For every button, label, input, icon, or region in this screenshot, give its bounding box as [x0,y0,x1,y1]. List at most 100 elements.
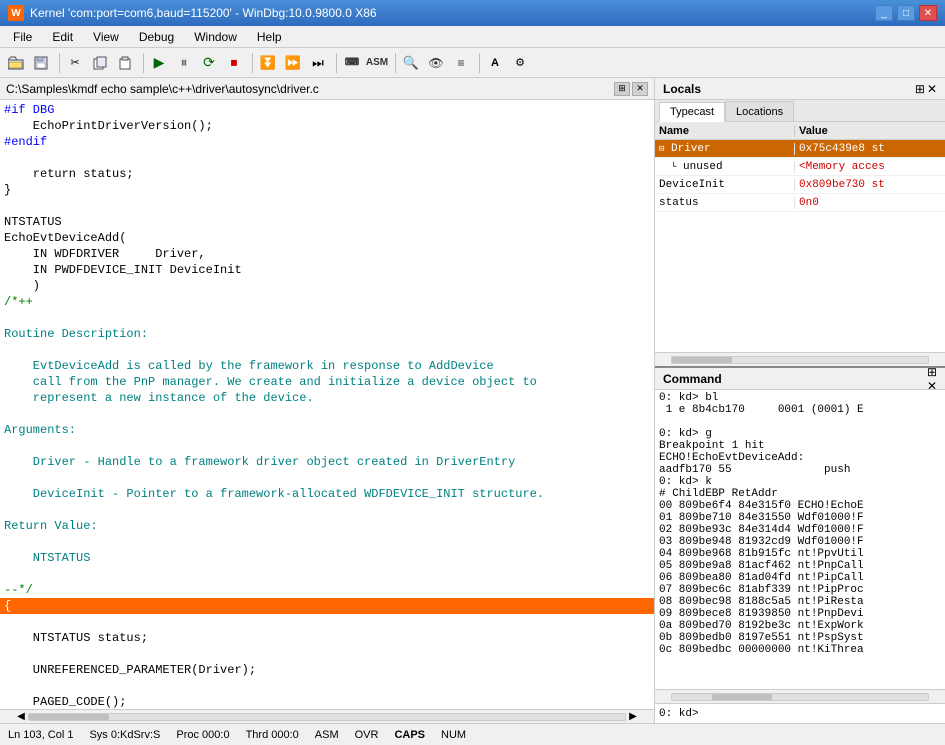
command-output: 0: kd> bl 1 e 8b4cb170 0001 (0001) E 0: … [655,390,945,689]
scroll-track[interactable] [28,713,626,721]
code-line: call from the PnP manager. We create and… [0,374,654,390]
menu-view[interactable]: View [84,27,128,47]
tb-source[interactable]: ⌨ [340,52,364,74]
tb-font[interactable]: A [483,52,507,74]
tb-locals[interactable]: ≡ [449,52,473,74]
row-name-text: Driver [671,143,711,155]
tb-separator-3 [249,53,253,73]
row-name-cell: status [655,197,795,209]
locals-scroll-track[interactable] [671,356,929,364]
code-line: --*/ [0,582,654,598]
code-line: ) [0,278,654,294]
tab-typecast[interactable]: Typecast [659,102,725,122]
code-line [0,310,654,326]
code-line [0,534,654,550]
tb-open[interactable] [4,52,28,74]
file-dockable[interactable]: ⊞ [614,82,630,96]
cmd-scroll-track[interactable] [671,693,929,701]
locals-dockable[interactable]: ⊞ [915,82,925,96]
row-value-cell: 0x809be730 st [795,179,945,191]
code-line: PAGED_CODE(); [0,694,654,709]
command-scrollbar[interactable] [655,689,945,703]
tb-stop[interactable]: ⏹ [222,52,246,74]
menu-edit[interactable]: Edit [43,27,82,47]
scroll-left-arrow[interactable]: ◀ [14,711,28,722]
status-line-col: Ln 103, Col 1 [8,729,73,741]
file-close[interactable]: ✕ [632,82,648,96]
tb-step-over[interactable]: ⏩ [281,52,305,74]
code-line [0,678,654,694]
code-line [0,646,654,662]
col-name: Name [655,125,795,137]
command-dockable[interactable]: ⊞ [927,365,937,379]
table-row[interactable]: ⊟Driver0x75c439e8 st [655,140,945,158]
app-icon: W [8,5,24,21]
code-line: IN PWDFDEVICE_INIT DeviceInit [0,262,654,278]
tb-break[interactable]: ⏸ [172,52,196,74]
tb-asm-view[interactable]: ASM [365,52,389,74]
tb-separator-5 [392,53,396,73]
command-title: Command [663,372,722,386]
menu-debug[interactable]: Debug [130,27,183,47]
code-area[interactable]: #if DBG EchoPrintDriverVersion();#endif … [0,100,654,709]
tb-separator-4 [333,53,337,73]
close-button[interactable]: ✕ [919,5,937,21]
tb-save[interactable] [29,52,53,74]
window-controls[interactable]: _ □ ✕ [875,5,937,21]
locals-tabs: Typecast Locations [655,100,945,122]
menu-window[interactable]: Window [185,27,246,47]
menu-help[interactable]: Help [248,27,291,47]
tb-copy[interactable] [88,52,112,74]
code-line: UNREFERENCED_PARAMETER(Driver); [0,662,654,678]
code-line: NTSTATUS [0,214,654,230]
tab-locations[interactable]: Locations [725,101,794,121]
toolbar: ✂ ▶ ⏸ ⟳ ⏹ ⏬ ⏩ ⏭ ⌨ ASM 🔍 👁 ≡ A ⚙ [0,48,945,78]
file-header: C:\Samples\kmdf echo sample\c++\driver\a… [0,78,654,100]
tb-properties[interactable]: ⚙ [508,52,532,74]
code-line: NTSTATUS status; [0,630,654,646]
tb-restart[interactable]: ⟳ [197,52,221,74]
tb-cut[interactable]: ✂ [63,52,87,74]
table-row[interactable]: DeviceInit 0x809be730 st [655,176,945,194]
locals-panel: Locals ⊞ ✕ Typecast Locations Name Value… [655,78,945,368]
tb-find[interactable]: 🔍 [399,52,423,74]
row-name-text: status [659,197,699,209]
tb-watch[interactable]: 👁 [424,52,448,74]
tb-step-into[interactable]: ⏬ [256,52,280,74]
maximize-button[interactable]: □ [897,5,915,21]
scroll-right-arrow[interactable]: ▶ [626,711,640,722]
row-name-cell: └unused [655,161,795,173]
title-left: W Kernel 'com:port=com6,baud=115200' - W… [8,5,377,21]
status-num: NUM [441,729,466,741]
code-horizontal-scrollbar[interactable]: ◀ ▶ [0,709,654,723]
code-line: EvtDeviceAdd is called by the framework … [0,358,654,374]
tb-step-out[interactable]: ⏭ [306,52,330,74]
locals-close[interactable]: ✕ [927,82,937,96]
menu-file[interactable]: File [4,27,41,47]
tb-separator-6 [476,53,480,73]
locals-body: ⊟Driver0x75c439e8 st└unused<Memory acces… [655,140,945,352]
minimize-button[interactable]: _ [875,5,893,21]
menu-bar: File Edit View Debug Window Help [0,26,945,48]
locals-scrollbar[interactable] [655,352,945,366]
window-title: Kernel 'com:port=com6,baud=115200' - Win… [30,6,377,20]
table-row[interactable]: └unused<Memory acces [655,158,945,176]
expand-icon[interactable]: ⊟ [659,144,669,154]
code-line [0,438,654,454]
row-name-text: DeviceInit [659,179,725,191]
right-panel: Locals ⊞ ✕ Typecast Locations Name Value… [655,78,945,723]
command-input-area[interactable]: 0: kd> [655,703,945,723]
code-line: #endif [0,134,654,150]
status-ovr: OVR [355,729,379,741]
row-value-cell: <Memory acces [795,161,945,173]
code-line: Arguments: [0,422,654,438]
code-line: EchoPrintDriverVersion(); [0,118,654,134]
code-line: Driver - Handle to a framework driver ob… [0,454,654,470]
tb-go[interactable]: ▶ [147,52,171,74]
command-input[interactable] [699,708,941,720]
code-line: /*++ [0,294,654,310]
table-row[interactable]: status0n0 [655,194,945,212]
status-sys: Sys 0:KdSrv:S [89,729,160,741]
code-line [0,198,654,214]
tb-paste[interactable] [113,52,137,74]
